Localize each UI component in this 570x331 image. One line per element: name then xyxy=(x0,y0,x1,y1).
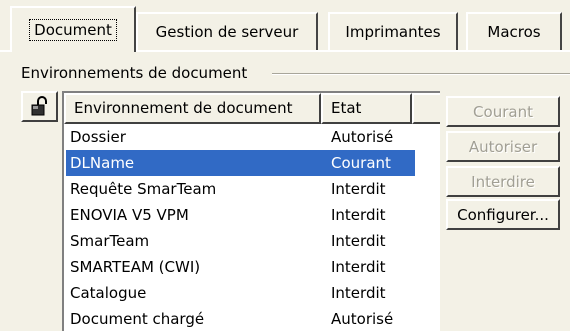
configure-button[interactable]: Configurer... xyxy=(446,199,560,230)
list-item[interactable]: SMARTEAM (CWI) Interdit xyxy=(64,254,440,280)
column-header-environment[interactable]: Environnement de document xyxy=(64,93,321,124)
environment-name: Dossier xyxy=(70,128,126,146)
tab-strip: Document Gestion de serveur Imprimantes … xyxy=(0,0,570,52)
tab-macros[interactable]: Macros xyxy=(466,12,562,50)
tab-document-label: Document xyxy=(29,19,117,41)
environment-state: Courant xyxy=(331,154,391,172)
group-label: Environnements de document xyxy=(21,64,248,82)
environment-state: Interdit xyxy=(331,232,386,250)
list-item[interactable]: Dossier Autorisé xyxy=(64,124,440,150)
list-item[interactable]: ENOVIA V5 VPM Interdit xyxy=(64,202,440,228)
environment-name: ENOVIA V5 VPM xyxy=(70,206,189,224)
list-item[interactable]: Requête SmarTeam Interdit xyxy=(64,176,440,202)
tab-server-management-label: Gestion de serveur xyxy=(155,23,299,41)
environment-name: SmarTeam xyxy=(70,232,150,250)
tab-macros-label: Macros xyxy=(487,23,541,41)
list-item[interactable]: Document chargé Autorisé xyxy=(64,306,440,331)
environment-name: Requête SmarTeam xyxy=(70,180,217,198)
current-button[interactable]: Courant xyxy=(446,96,560,127)
environment-name: Catalogue xyxy=(70,284,147,302)
environment-state: Autorisé xyxy=(331,128,394,146)
tab-printers-label: Imprimantes xyxy=(345,23,441,41)
environment-state: Interdit xyxy=(331,180,386,198)
list-item[interactable]: Catalogue Interdit xyxy=(64,280,440,306)
list-header: Environnement de document Etat xyxy=(64,93,440,124)
environment-state: Interdit xyxy=(331,284,386,302)
tab-server-management[interactable]: Gestion de serveur xyxy=(136,12,318,50)
tab-document[interactable]: Document xyxy=(10,6,136,52)
tab-printers[interactable]: Imprimantes xyxy=(328,12,458,50)
list-item[interactable]: SmarTeam Interdit xyxy=(64,228,440,254)
column-header-state[interactable]: Etat xyxy=(321,93,412,124)
environment-state: Autorisé xyxy=(331,310,394,328)
forbid-button[interactable]: Interdire xyxy=(446,166,560,197)
list-item-selected[interactable]: DLName Courant xyxy=(64,150,440,176)
environment-name: SMARTEAM (CWI) xyxy=(70,258,201,276)
padlock-icon xyxy=(31,96,47,116)
group-divider xyxy=(272,73,570,75)
list-rows: Dossier Autorisé DLName Courant Requête … xyxy=(64,124,440,331)
environment-list[interactable]: Environnement de document Etat Dossier A… xyxy=(62,91,440,331)
environment-state: Interdit xyxy=(331,206,386,224)
environment-name: Document chargé xyxy=(70,310,205,328)
environment-name: DLName xyxy=(70,154,135,172)
column-header-filler xyxy=(412,93,440,124)
authorize-button[interactable]: Autoriser xyxy=(446,131,560,162)
environment-state: Interdit xyxy=(331,258,386,276)
lock-button[interactable] xyxy=(21,91,58,122)
